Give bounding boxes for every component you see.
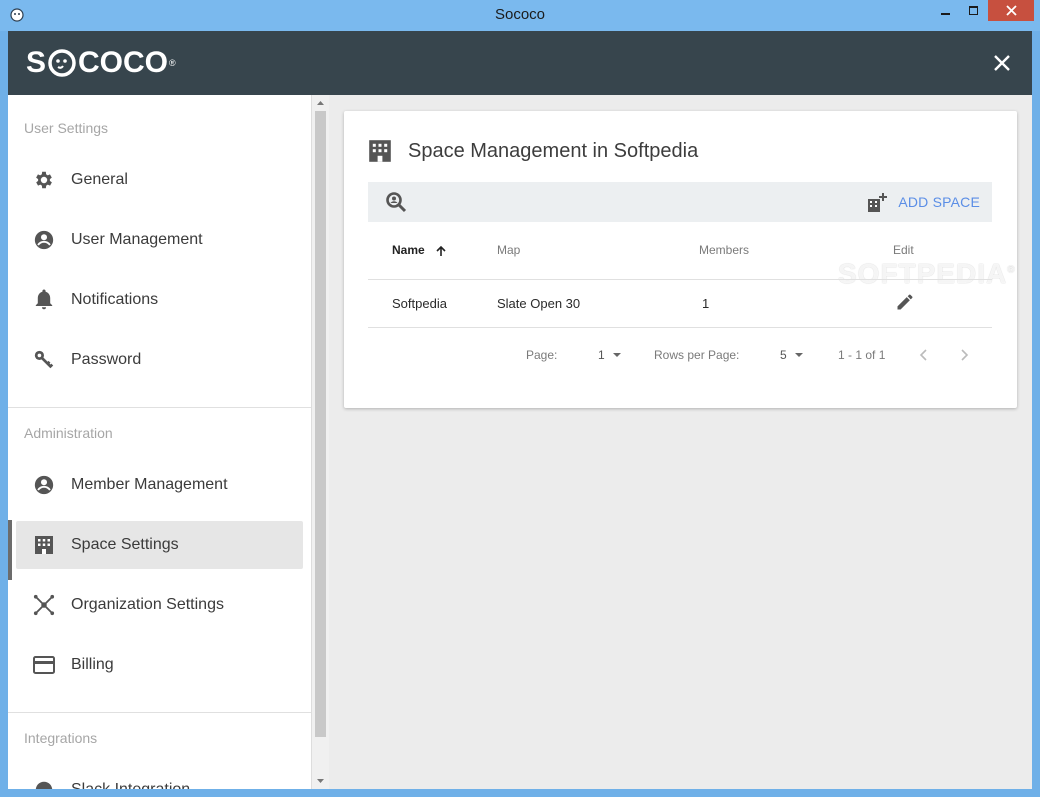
pagination-range: 1 - 1 of 1: [838, 348, 886, 362]
close-settings-icon[interactable]: [990, 51, 1014, 75]
scroll-thumb[interactable]: [315, 111, 326, 737]
close-icon: [1005, 5, 1017, 16]
gear-icon: [32, 168, 56, 192]
slack-icon: [32, 778, 56, 789]
table-toolbar: SOFTPEDIA® ADD SPACE: [368, 182, 1015, 289]
spaces-table: Name Map Members Edit Softpedia Slate Op…: [368, 222, 992, 328]
sidebar-item-label: Member Management: [71, 476, 228, 493]
sidebar-item-label: Space Settings: [71, 536, 179, 553]
scroll-up-arrow-icon[interactable]: [316, 99, 325, 108]
maximize-icon: [969, 5, 978, 15]
add-space-button[interactable]: ADD SPACE: [866, 190, 980, 214]
sidebar-item-password[interactable]: Password: [16, 336, 303, 384]
building-icon: [369, 140, 391, 162]
table-row: Softpedia Slate Open 30 1: [368, 279, 992, 328]
page-title: Space Management in Softpedia: [408, 140, 699, 162]
minimize-icon: [941, 12, 950, 15]
sidebar-item-label: Notifications: [71, 291, 159, 308]
cell-map: Slate Open 30: [497, 279, 699, 328]
edit-pencil-icon[interactable]: [895, 292, 915, 312]
window-title: Sococo: [494, 6, 546, 23]
sidebar-item-notifications[interactable]: Notifications: [16, 276, 303, 324]
table-pagination: Page: 1 Rows per Page: 5 1 - 1 of 1: [368, 335, 992, 375]
credit-card-icon: [32, 653, 56, 677]
main-content: Space Management in Softpedia SOFTPEDIA®…: [329, 95, 1032, 789]
sidebar-item-space-settings[interactable]: Space Settings: [16, 521, 303, 569]
column-header-edit: Edit: [893, 222, 992, 280]
sococo-logo: S COCO ®: [26, 46, 176, 79]
sidebar-item-label: User Management: [71, 231, 203, 248]
column-header-name[interactable]: Name: [368, 222, 497, 280]
sidebar-item-slack-integration[interactable]: Slack Integration: [16, 766, 303, 789]
sidebar-item-label: General: [71, 171, 128, 188]
chevron-down-icon: [794, 353, 803, 357]
network-icon: [32, 593, 56, 617]
bell-icon: [32, 288, 56, 312]
add-space-label: ADD SPACE: [898, 194, 980, 210]
logo-face-icon: [48, 49, 76, 77]
minimize-button[interactable]: [932, 0, 960, 21]
sidebar-item-label: Organization Settings: [71, 596, 224, 613]
sidebar-item-user-management[interactable]: User Management: [16, 216, 303, 264]
sidebar-divider: [8, 407, 311, 408]
close-window-button[interactable]: [988, 0, 1034, 21]
sidebar-scrollbar[interactable]: [312, 95, 329, 789]
app-frame: S COCO ® User Settings General User Mana…: [8, 31, 1032, 789]
sidebar-item-member-management[interactable]: Member Management: [16, 461, 303, 509]
scroll-down-arrow-icon[interactable]: [316, 776, 325, 785]
settings-sidebar: User Settings General User Management No…: [8, 95, 312, 789]
account-circle-icon: [32, 228, 56, 252]
search-icon[interactable]: [384, 190, 408, 214]
cell-members: 1: [699, 279, 893, 328]
window-titlebar: Sococo: [0, 0, 1040, 31]
rows-per-page-select[interactable]: 5: [780, 348, 803, 362]
next-page-icon[interactable]: [956, 347, 972, 363]
add-building-icon: [868, 193, 888, 212]
rows-per-page-label: Rows per Page:: [654, 348, 740, 362]
sidebar-divider: [8, 712, 311, 713]
chevron-down-icon: [612, 353, 621, 357]
space-management-card: Space Management in Softpedia SOFTPEDIA®…: [344, 111, 1017, 408]
sidebar-item-organization-settings[interactable]: Organization Settings: [16, 581, 303, 629]
cell-name: Softpedia: [368, 279, 497, 328]
cell-edit: [893, 279, 992, 328]
maximize-button[interactable]: [960, 0, 988, 21]
app-header: S COCO ®: [8, 31, 1032, 95]
sidebar-item-label: Password: [71, 351, 142, 368]
sidebar-item-label: Slack Integration: [71, 781, 190, 789]
key-icon: [32, 348, 56, 372]
account-circle-icon: [32, 473, 56, 497]
sidebar-item-billing[interactable]: Billing: [16, 641, 303, 689]
building-icon: [32, 533, 56, 557]
sidebar-item-general[interactable]: General: [16, 156, 303, 204]
sidebar-item-label: Billing: [71, 656, 114, 673]
column-header-map[interactable]: Map: [497, 222, 699, 280]
column-header-members[interactable]: Members: [699, 222, 893, 280]
section-title-user-settings: User Settings: [24, 120, 109, 136]
page-select[interactable]: 1: [598, 348, 621, 362]
page-label: Page:: [526, 348, 558, 362]
section-title-integrations: Integrations: [24, 730, 98, 746]
active-indicator: [8, 520, 12, 580]
previous-page-icon[interactable]: [916, 347, 932, 363]
section-title-administration: Administration: [24, 425, 113, 441]
table-header-row: Name Map Members Edit: [368, 222, 992, 280]
sort-ascending-icon: [436, 245, 446, 257]
